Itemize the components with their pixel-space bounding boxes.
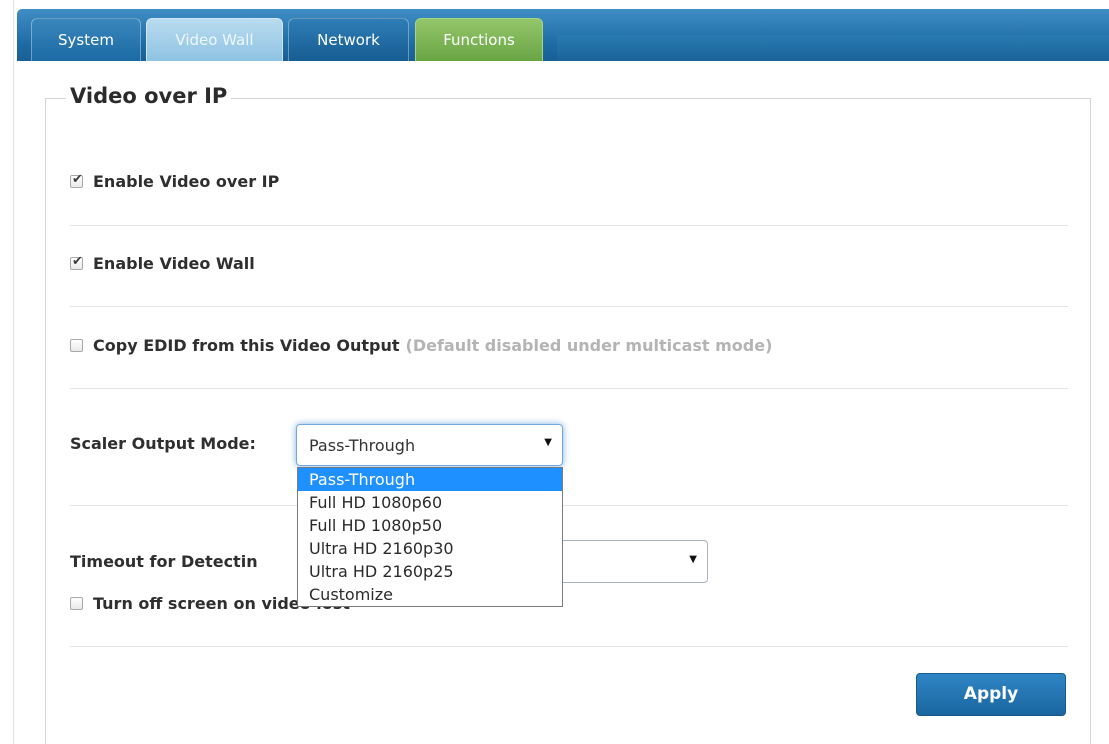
- enable-video-wall-row[interactable]: ✔ Enable Video Wall: [70, 254, 255, 273]
- option-pass-through[interactable]: Pass-Through: [298, 468, 562, 491]
- apply-button[interactable]: Apply: [916, 673, 1066, 716]
- tab-network[interactable]: Network: [288, 18, 409, 61]
- enable-video-wall-checkbox[interactable]: ✔: [70, 254, 83, 270]
- scaler-output-mode-label: Scaler Output Mode:: [70, 434, 256, 453]
- enable-video-wall-label: Enable Video Wall: [93, 254, 255, 273]
- dropdown-arrow-icon: ▼: [544, 437, 552, 448]
- option-full-hd-1080p60[interactable]: Full HD 1080p60: [298, 491, 562, 514]
- tab-bar: System Video Wall Network Functions: [17, 9, 1109, 61]
- enable-video-over-ip-checkbox[interactable]: ✔: [70, 172, 83, 188]
- option-ultra-hd-2160p25[interactable]: Ultra HD 2160p25: [298, 560, 562, 583]
- option-customize[interactable]: Customize: [298, 583, 562, 606]
- copy-edid-label: Copy EDID from this Video Output: [93, 336, 400, 355]
- checkmark-icon: ✔: [72, 254, 83, 269]
- tab-bar-shade: [557, 35, 1109, 61]
- divider: [70, 225, 1068, 226]
- timeout-select[interactable]: ▼: [548, 540, 708, 583]
- tab-system[interactable]: System: [31, 18, 141, 61]
- video-over-ip-panel: [45, 98, 1091, 744]
- option-full-hd-1080p50[interactable]: Full HD 1080p50: [298, 514, 562, 537]
- dropdown-arrow-icon: ▼: [689, 554, 697, 565]
- tab-functions[interactable]: Functions: [415, 18, 543, 61]
- checkmark-icon: ✔: [72, 172, 83, 187]
- enable-video-over-ip-row[interactable]: ✔ Enable Video over IP: [70, 172, 279, 191]
- scaler-selected-value: Pass-Through: [309, 436, 416, 455]
- scaler-output-mode-dropdown: Pass-Through Full HD 1080p60 Full HD 108…: [297, 467, 563, 607]
- page-left-rule: [13, 0, 14, 744]
- divider: [70, 388, 1068, 389]
- timeout-label: Timeout for Detectin: [70, 552, 258, 571]
- copy-edid-note: (Default disabled under multicast mode): [405, 336, 773, 355]
- tab-video-wall[interactable]: Video Wall: [146, 18, 283, 61]
- section-title: Video over IP: [66, 84, 232, 108]
- copy-edid-checkbox[interactable]: [70, 339, 83, 352]
- scaler-output-mode-select[interactable]: Pass-Through ▼: [296, 424, 563, 466]
- option-ultra-hd-2160p30[interactable]: Ultra HD 2160p30: [298, 537, 562, 560]
- divider: [70, 306, 1068, 307]
- enable-video-over-ip-label: Enable Video over IP: [93, 172, 280, 191]
- turn-off-screen-checkbox[interactable]: [70, 597, 83, 610]
- divider: [70, 646, 1068, 647]
- copy-edid-row[interactable]: Copy EDID from this Video Output (Defaul…: [70, 336, 772, 355]
- divider: [70, 505, 1068, 506]
